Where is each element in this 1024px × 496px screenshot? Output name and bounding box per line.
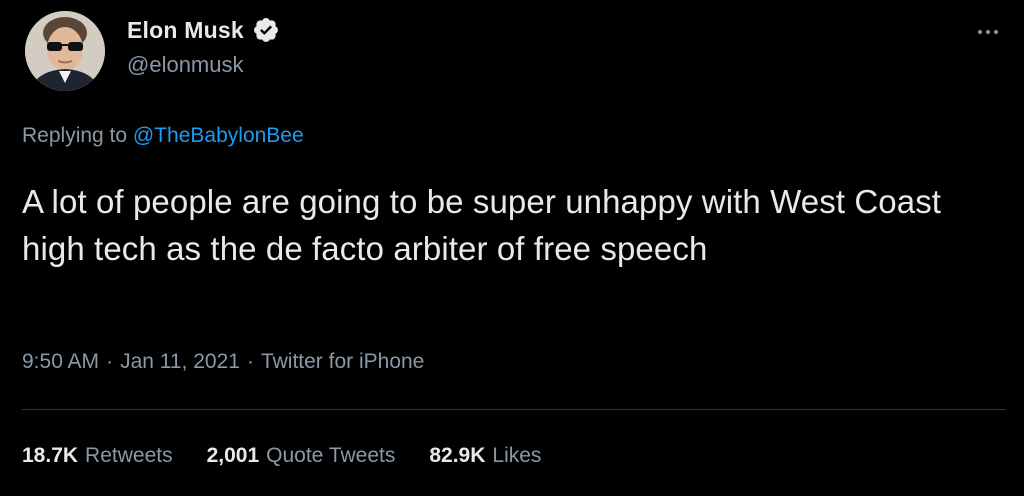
likes-count: 82.9K [429,444,486,467]
replying-to: Replying to @TheBabylonBee [22,124,304,148]
verified-badge-icon [252,16,280,44]
quote-tweets-stat[interactable]: 2,001 Quote Tweets [207,444,396,468]
likes-stat[interactable]: 82.9K Likes [429,444,541,468]
divider [22,409,1006,410]
display-name[interactable]: Elon Musk [127,17,244,44]
user-handle[interactable]: @elonmusk [127,52,244,78]
tweet-text: A lot of people are going to be super un… [22,183,942,267]
quote-tweets-count: 2,001 [206,444,260,467]
more-options-icon[interactable] [968,22,1008,42]
reply-mention-link[interactable]: @TheBabylonBee [133,124,304,147]
retweets-label: Retweets [85,444,173,467]
quote-tweets-label: Quote Tweets [266,444,396,467]
more-dot [994,30,998,34]
avatar[interactable] [25,11,105,91]
avatar-image [25,11,105,91]
retweets-count: 18.7K [22,444,79,467]
more-dot [986,30,990,34]
meta-separator: · [106,350,114,373]
more-dot [978,30,982,34]
tweet-stats: 18.7K Retweets 2,001 Quote Tweets 82.9K … [22,444,575,468]
likes-label: Likes [492,444,542,467]
tweet-source[interactable]: Twitter for iPhone [261,350,424,374]
meta-separator: · [246,350,254,373]
display-name-row: Elon Musk [127,14,280,46]
tweet-time[interactable]: 9:50 AM [22,350,99,374]
retweets-stat[interactable]: 18.7K Retweets [22,444,173,468]
tweet-meta: 9:50 AM · Jan 11, 2021 · Twitter for iPh… [22,350,424,374]
tweet-card: Elon Musk @elonmusk Replying to @TheBaby… [0,0,1024,496]
tweet-date[interactable]: Jan 11, 2021 [120,350,240,374]
replying-prefix: Replying to [22,124,128,147]
